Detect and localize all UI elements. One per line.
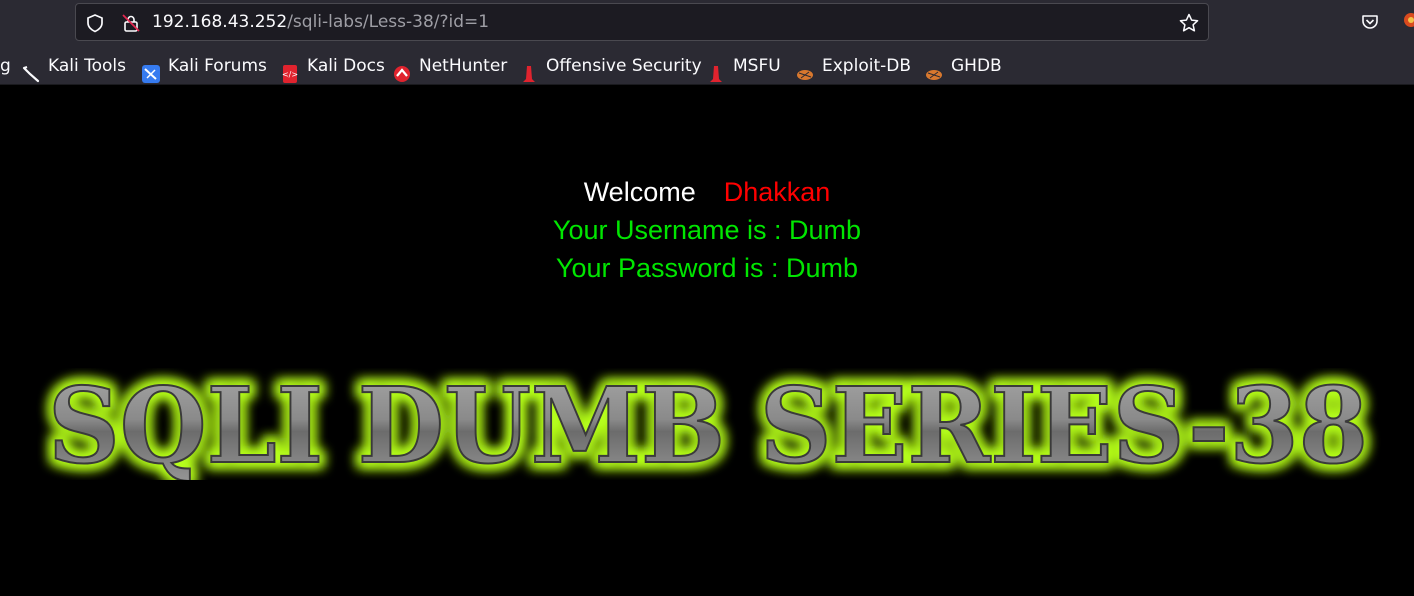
offsec-icon <box>520 57 538 82</box>
kali-docs-icon: </> <box>281 57 299 83</box>
page-content: Welcome Dhakkan Your Username is : Dumb Y… <box>0 85 1414 596</box>
tracking-protection-shield-icon[interactable] <box>85 13 105 37</box>
bookmark-label: Kali Forums <box>168 56 267 76</box>
bookmark-label: GHDB <box>951 56 1002 76</box>
nethunter-icon <box>393 57 411 82</box>
url-text[interactable]: 192.168.43.252/sqli-labs/Less-38/?id=1 <box>152 4 489 40</box>
welcome-name: Dhakkan <box>723 177 831 207</box>
username-result: Your Username is : Dumb <box>552 215 862 245</box>
svg-text:</>: </> <box>282 70 298 79</box>
address-bar[interactable]: 192.168.43.252/sqli-labs/Less-38/?id=1 <box>75 3 1209 41</box>
pocket-icon[interactable] <box>1360 12 1380 36</box>
bookmark-star-icon[interactable] <box>1178 12 1200 38</box>
exploit-db-icon <box>796 57 814 80</box>
extension-icon[interactable] <box>1402 11 1414 29</box>
insecure-lock-icon[interactable] <box>121 13 141 37</box>
bookmark-label: Exploit-DB <box>822 56 911 76</box>
kali-tools-icon <box>22 57 40 83</box>
password-result: Your Password is : Dumb <box>555 253 859 283</box>
banner-text: SQLI DUMB SERIES-38 <box>48 368 1368 480</box>
ghdb-icon <box>925 57 943 80</box>
msfu-icon <box>707 57 725 82</box>
bookmark-label: Offensive Security <box>546 56 702 76</box>
url-host: 192.168.43.252 <box>152 12 288 32</box>
welcome-message: Welcome Dhakkan <box>0 177 1414 208</box>
bookmark-label: Kali Docs <box>307 56 385 76</box>
kali-forums-icon <box>142 57 160 83</box>
welcome-label: Welcome <box>583 177 696 207</box>
bookmark-label: g <box>0 56 11 76</box>
bookmark-label: Kali Tools <box>48 56 126 76</box>
series-banner-image: SQLI DUMB SERIES-38 SQLI DUMB SERIES-38 <box>43 368 1373 480</box>
url-path: /sqli-labs/Less-38/?id=1 <box>287 12 490 32</box>
bookmarks-bar: g Kali Tools Kali Forums </> Kali Docs N… <box>0 45 1414 85</box>
bookmark-label: NetHunter <box>419 56 508 76</box>
bookmark-label: MSFU <box>733 56 781 76</box>
browser-toolbar: 192.168.43.252/sqli-labs/Less-38/?id=1 <box>0 0 1414 45</box>
